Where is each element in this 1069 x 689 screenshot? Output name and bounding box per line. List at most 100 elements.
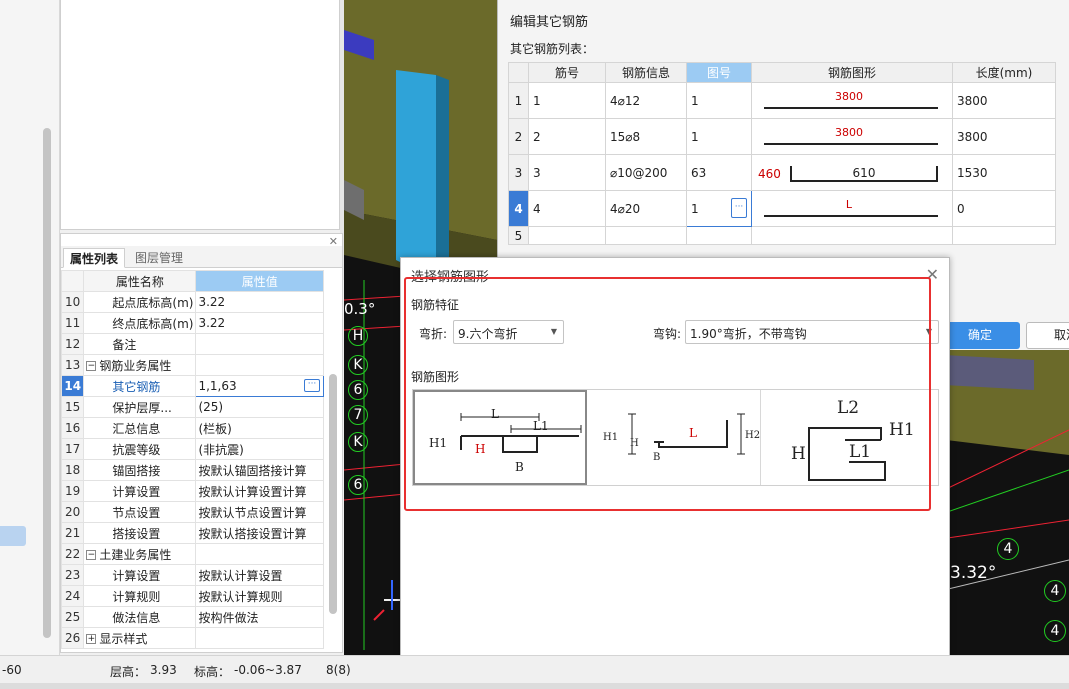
collapse-icon[interactable]: − [86, 361, 97, 371]
collapse-icon[interactable]: − [86, 550, 97, 560]
property-name-text: 保护层厚... [112, 400, 172, 415]
property-value-text: 按默认计算设置 [198, 568, 283, 583]
cell-tu[interactable]: 1 [686, 118, 752, 155]
property-name: 起点底标高(m) [83, 291, 197, 313]
cell-info[interactable]: ⌀10@200 [605, 154, 687, 191]
ok-button[interactable]: 确定 [940, 322, 1020, 349]
property-table: 属性名称 属性值 10 起点底标高(m) 3.22 11 终点底标高(m) 3.22 12 备… [60, 270, 324, 649]
floor-height-label: 层高： [110, 665, 147, 679]
property-value[interactable]: 3.22 [195, 291, 324, 313]
axis-label-6b: 6 [348, 475, 368, 495]
property-name: 汇总信息 [83, 417, 197, 439]
cell-tu-editing[interactable]: 1 ··· [686, 190, 752, 227]
tab-property-list[interactable]: 属性列表 [63, 248, 126, 268]
property-value[interactable]: (非抗震) [195, 438, 324, 460]
property-row[interactable]: 24 计算规则 按默认计算规则 [60, 585, 324, 607]
cell-length[interactable] [952, 226, 1056, 245]
property-value[interactable]: 按默认计算设置 [195, 564, 324, 586]
property-row[interactable]: 21 搭接设置 按默认搭接设置计算 [60, 522, 324, 544]
property-value[interactable]: 按构件做法 [195, 606, 324, 628]
cell-length[interactable]: 0 [952, 190, 1056, 227]
cell-jin[interactable]: 3 [528, 154, 606, 191]
property-value[interactable]: 按默认节点设置计算 [195, 501, 324, 523]
header-tu: 图号 [686, 62, 752, 83]
property-name-text: 计算设置 [112, 484, 161, 499]
left-scrollbar[interactable] [43, 128, 51, 638]
property-name-text: 节点设置 [112, 505, 161, 520]
cell-length[interactable]: 3800 [952, 82, 1056, 119]
cell-jin[interactable] [528, 226, 606, 245]
property-value[interactable]: 1,1,63 ··· [195, 375, 324, 397]
property-row[interactable]: 17 抗震等级 (非抗震) [60, 438, 324, 460]
property-value[interactable]: 3.22 [195, 312, 324, 334]
taskbar [0, 683, 1069, 689]
tab-layer-manage[interactable]: 图层管理 [129, 248, 189, 268]
header-name: 属性名称 [83, 270, 197, 292]
cell-figure[interactable]: 3800 [751, 118, 953, 155]
property-row[interactable]: 14 其它钢筋 1,1,63 ··· [60, 375, 324, 397]
property-row[interactable]: 13− 钢筋业务属性 [60, 354, 324, 376]
angle-right-label: 3.32° [950, 563, 997, 583]
table-row[interactable]: 2 2 15⌀8 1 3800 3800 [508, 118, 1056, 155]
property-value[interactable]: 按默认搭接设置计算 [195, 522, 324, 544]
cell-jin[interactable]: 4 [528, 190, 606, 227]
property-row[interactable]: 23 计算设置 按默认计算设置 [60, 564, 324, 586]
cell-tu[interactable]: 63 [686, 154, 752, 191]
property-value[interactable]: 按默认计算规则 [195, 585, 324, 607]
property-value[interactable]: (25) [195, 396, 324, 418]
cell-info[interactable] [605, 226, 687, 245]
property-row[interactable]: 11 终点底标高(m) 3.22 [60, 312, 324, 334]
property-row[interactable]: 19 计算设置 按默认计算设置计算 [60, 480, 324, 502]
property-row[interactable]: 15 保护层厚... (25) [60, 396, 324, 418]
cell-figure[interactable]: 460 610 [751, 154, 953, 191]
property-row[interactable]: 20 节点设置 按默认节点设置计算 [60, 501, 324, 523]
property-row[interactable]: 16 汇总信息 (栏板) [60, 417, 324, 439]
rebar-figure-straight: 3800 [756, 122, 942, 152]
property-value[interactable]: (栏板) [195, 417, 324, 439]
property-value[interactable] [195, 354, 324, 376]
property-name-text: 计算规则 [112, 589, 161, 604]
property-value[interactable] [195, 543, 324, 565]
property-value[interactable]: 按默认计算设置计算 [195, 480, 324, 502]
cancel-button[interactable]: 取消 [1026, 322, 1069, 349]
property-scrollbar[interactable] [329, 374, 337, 614]
figure-mid-label: 610 [852, 165, 876, 180]
property-value[interactable] [195, 333, 324, 355]
property-row[interactable]: 22− 土建业务属性 [60, 543, 324, 565]
cell-jin[interactable]: 2 [528, 118, 606, 155]
property-name: 计算设置 [83, 480, 197, 502]
cell-length[interactable]: 1530 [952, 154, 1056, 191]
ellipsis-button[interactable]: ··· [304, 379, 320, 392]
table-row[interactable]: 4 4 4⌀20 1 ··· L 0 [508, 190, 1056, 227]
dialog-subtitle: 其它钢筋列表： [510, 42, 595, 56]
table-row[interactable]: 1 1 4⌀12 1 3800 3800 [508, 82, 1056, 119]
cell-figure[interactable] [751, 226, 953, 245]
header-jin: 筋号 [528, 62, 606, 83]
rebar-figure-u: 460 610 [756, 158, 942, 188]
property-value[interactable]: 按默认锚固搭接计算 [195, 459, 324, 481]
expand-icon[interactable]: + [86, 634, 97, 644]
cell-info[interactable]: 15⌀8 [605, 118, 687, 155]
property-row[interactable]: 12 备注 [60, 333, 324, 355]
property-row[interactable]: 10 起点底标高(m) 3.22 [60, 291, 324, 313]
cell-figure[interactable]: 3800 [751, 82, 953, 119]
cell-info[interactable]: 4⌀20 [605, 190, 687, 227]
left-selection-marker[interactable] [0, 526, 26, 546]
table-row[interactable]: 3 3 ⌀10@200 63 460 610 1530 [508, 154, 1056, 191]
cell-jin[interactable]: 1 [528, 82, 606, 119]
property-row[interactable]: 26 + 显示样式 [60, 627, 324, 649]
cell-info[interactable]: 4⌀12 [605, 82, 687, 119]
row-number: 11 [60, 312, 85, 334]
property-value[interactable] [195, 627, 324, 649]
table-row[interactable]: 5 [508, 226, 1056, 245]
cell-tu[interactable] [686, 226, 752, 245]
highlight-box [404, 277, 931, 511]
cell-tu[interactable]: 1 [686, 82, 752, 119]
property-value-text: 3.22 [198, 295, 226, 309]
property-row[interactable]: 18 锚固搭接 按默认锚固搭接计算 [60, 459, 324, 481]
ellipsis-button[interactable]: ··· [731, 198, 747, 218]
property-value-text: 按默认计算设置计算 [198, 484, 307, 499]
cell-figure[interactable]: L [751, 190, 953, 227]
cell-length[interactable]: 3800 [952, 118, 1056, 155]
property-row[interactable]: 25 做法信息 按构件做法 [60, 606, 324, 628]
